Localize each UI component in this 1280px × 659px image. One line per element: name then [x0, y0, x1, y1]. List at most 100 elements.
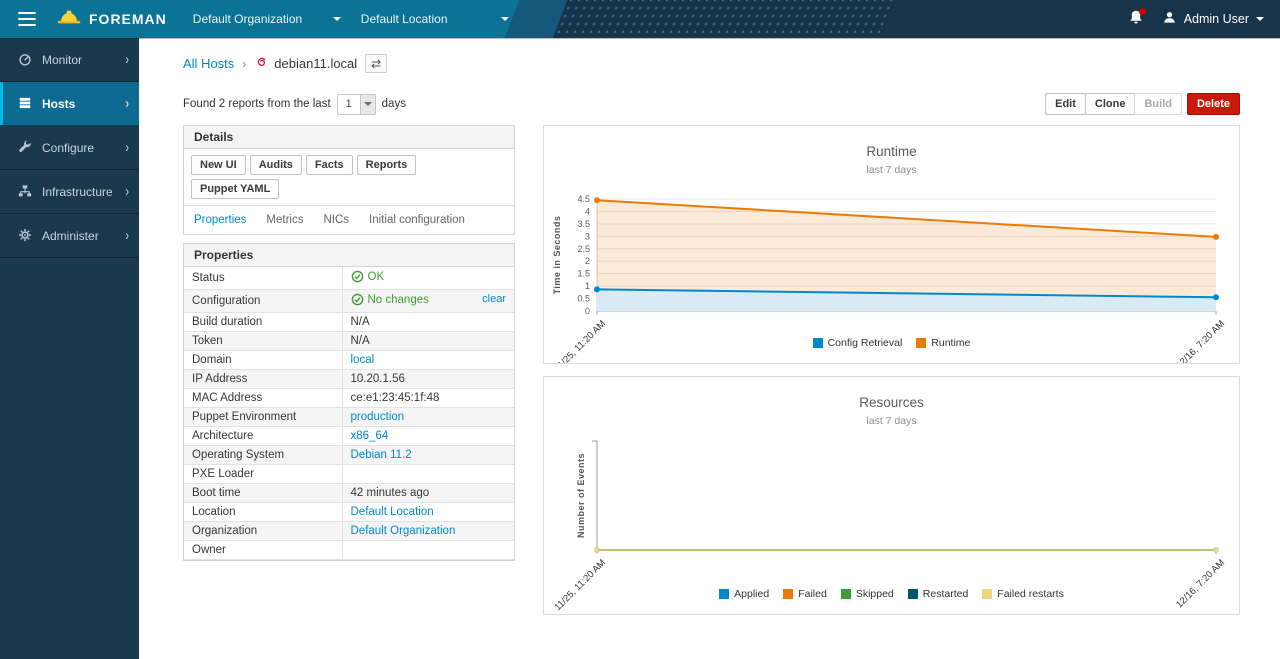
svg-text:3: 3: [585, 231, 590, 241]
property-value: 10.20.1.56: [342, 370, 514, 389]
location-link[interactable]: Default Location: [351, 506, 434, 518]
user-menu[interactable]: Admin User: [1162, 10, 1264, 28]
delete-button[interactable]: Delete: [1187, 93, 1240, 115]
legend-swatch: [916, 338, 926, 348]
svg-text:Number of Events: Number of Events: [576, 453, 586, 538]
breadcrumb-all-hosts-link[interactable]: All Hosts: [183, 56, 234, 71]
edit-button[interactable]: Edit: [1045, 93, 1086, 115]
user-icon: [1162, 10, 1177, 28]
property-label: PXE Loader: [184, 465, 342, 484]
facts-button[interactable]: Facts: [306, 155, 353, 175]
table-row: Owner: [184, 541, 514, 560]
tab-metrics[interactable]: Metrics: [266, 214, 303, 226]
legend-item-restarted[interactable]: Restarted: [908, 588, 969, 600]
notifications-button[interactable]: [1128, 9, 1144, 29]
breadcrumb-separator: ›: [242, 57, 246, 71]
chevron-right-icon: ›: [125, 140, 129, 156]
property-label: Token: [184, 332, 342, 351]
puppet-environment-link[interactable]: production: [351, 411, 405, 423]
legend-swatch: [908, 589, 918, 599]
menu-toggle-button[interactable]: [14, 6, 40, 32]
reports-bar: Found 2 reports from the last 1 days Edi…: [183, 93, 1240, 115]
location-dropdown[interactable]: Default Location: [353, 0, 521, 38]
legend-item-config-retrieval[interactable]: Config Retrieval: [813, 337, 903, 349]
property-value: local: [342, 351, 514, 370]
table-row: ConfigurationNo changesclear: [184, 290, 514, 313]
runtime-chart-legend: Config Retrieval Runtime: [544, 337, 1239, 349]
foreman-logo[interactable]: FOREMAN: [56, 7, 167, 31]
tab-initial-configuration[interactable]: Initial configuration: [369, 214, 465, 226]
resources-chart-legend: Applied Failed Skipped Restarted Failed rest…: [544, 588, 1239, 600]
gauge-icon: [18, 52, 33, 67]
resources-chart: Resourceslast 7 days11/25, 11:20 AM12/16…: [544, 377, 1239, 614]
sidebar-item-hosts[interactable]: Hosts ›: [0, 82, 139, 126]
org-dropdown[interactable]: Default Organization: [185, 0, 353, 38]
property-label: Operating System: [184, 446, 342, 465]
chevron-right-icon: ›: [125, 52, 129, 68]
chevron-right-icon: ›: [125, 96, 129, 112]
legend-item-applied[interactable]: Applied: [719, 588, 769, 600]
details-tabs: Properties Metrics NICs Initial configurati…: [184, 206, 514, 234]
legend-item-failed[interactable]: Failed: [783, 588, 827, 600]
architecture-link[interactable]: x86_64: [351, 430, 389, 442]
reports-days-text: days: [382, 98, 406, 110]
property-value: [342, 541, 514, 560]
build-button: Build: [1134, 93, 1182, 115]
sidebar-item-monitor[interactable]: Monitor ›: [0, 38, 139, 82]
legend-item-runtime[interactable]: Runtime: [916, 337, 970, 349]
server-icon: [18, 96, 33, 111]
property-value: ce:e1:23:45:1f:48: [342, 389, 514, 408]
legend-label: Failed: [798, 588, 827, 600]
table-row: Puppet Environmentproduction: [184, 408, 514, 427]
property-label: Boot time: [184, 484, 342, 503]
property-value: N/A: [342, 313, 514, 332]
sidebar-item-administer[interactable]: Administer ›: [0, 214, 139, 258]
sidebar-item-label: Infrastructure: [42, 185, 125, 199]
table-row: IP Address10.20.1.56: [184, 370, 514, 389]
organization-link[interactable]: Default Organization: [351, 525, 456, 537]
svg-text:11/25, 11:20 AM: 11/25, 11:20 AM: [552, 557, 608, 613]
property-label: Organization: [184, 522, 342, 541]
table-row: PXE Loader: [184, 465, 514, 484]
chevron-down-icon: [501, 17, 509, 21]
svg-text:0: 0: [585, 306, 590, 316]
legend-item-skipped[interactable]: Skipped: [841, 588, 894, 600]
sitemap-icon: [18, 184, 33, 199]
new-ui-button[interactable]: New UI: [191, 155, 246, 175]
legend-swatch: [841, 589, 851, 599]
host-switcher-button[interactable]: ⇄: [365, 54, 387, 73]
operating-system-link[interactable]: Debian 11.2: [351, 449, 412, 461]
clear-link[interactable]: clear: [482, 293, 506, 305]
property-value: No changesclear: [342, 290, 514, 313]
legend-swatch: [813, 338, 823, 348]
clone-button[interactable]: Clone: [1085, 93, 1136, 115]
status-badge: OK: [351, 270, 385, 283]
sidebar-item-label: Administer: [42, 229, 125, 243]
reports-button[interactable]: Reports: [357, 155, 417, 175]
legend-swatch: [783, 589, 793, 599]
svg-text:0.5: 0.5: [577, 294, 590, 304]
days-select[interactable]: 1: [337, 94, 376, 115]
details-panel-title: Details: [184, 126, 514, 149]
properties-panel-title: Properties: [184, 244, 514, 267]
legend-swatch: [982, 589, 992, 599]
tab-properties[interactable]: Properties: [194, 214, 246, 226]
svg-text:1.5: 1.5: [577, 269, 590, 279]
svg-text:4: 4: [585, 206, 590, 216]
domain-link[interactable]: local: [351, 354, 375, 366]
details-buttons: New UIAuditsFactsReports Puppet YAML: [184, 149, 514, 206]
property-value: [342, 465, 514, 484]
sidebar-item-infrastructure[interactable]: Infrastructure ›: [0, 170, 139, 214]
audits-button[interactable]: Audits: [250, 155, 302, 175]
details-panel: Details New UIAuditsFactsReports Puppet Y…: [183, 125, 515, 235]
puppet-yaml-button[interactable]: Puppet YAML: [191, 179, 279, 199]
legend-item-failed-restarts[interactable]: Failed restarts: [982, 588, 1064, 600]
legend-label: Restarted: [923, 588, 969, 600]
legend-swatch: [719, 589, 729, 599]
wrench-icon: [18, 140, 33, 155]
property-label: Configuration: [184, 290, 342, 313]
tab-nics[interactable]: NICs: [323, 214, 349, 226]
sidebar-item-configure[interactable]: Configure ›: [0, 126, 139, 170]
property-label: Status: [184, 267, 342, 290]
brand-text: FOREMAN: [89, 11, 167, 27]
